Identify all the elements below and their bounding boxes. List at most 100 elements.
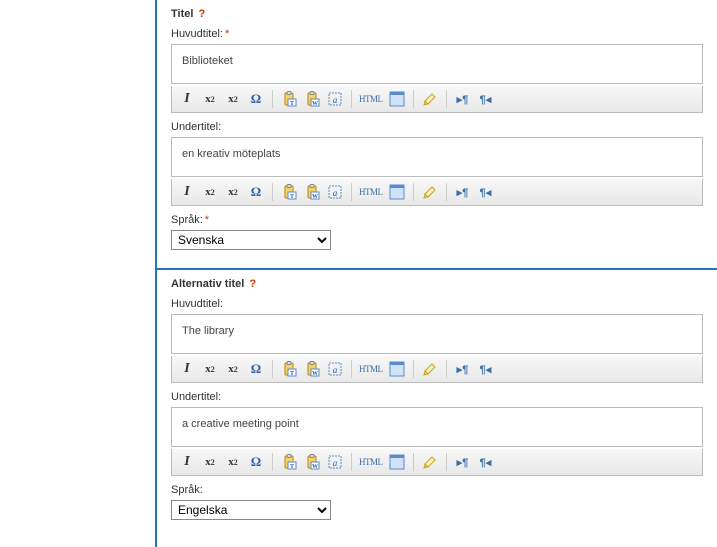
subscript-button[interactable]: x2 xyxy=(201,183,219,201)
left-sidebar xyxy=(0,0,155,547)
main-title-input[interactable]: Biblioteket xyxy=(171,44,703,84)
separator xyxy=(446,90,447,108)
paste-word-button[interactable]: W xyxy=(303,90,321,108)
subtitle-value: a creative meeting point xyxy=(182,418,299,430)
remove-format-button[interactable] xyxy=(421,90,439,108)
separator xyxy=(272,360,273,378)
svg-text:T: T xyxy=(290,194,294,200)
superscript-button[interactable]: x2 xyxy=(224,360,242,378)
fullscreen-button[interactable] xyxy=(388,360,406,378)
svg-text:T: T xyxy=(290,101,294,107)
svg-text:W: W xyxy=(312,464,318,470)
alt-main-title-input[interactable]: The library xyxy=(171,314,703,354)
svg-text:a: a xyxy=(333,188,338,198)
subtitle-input[interactable]: en kreativ möteplats xyxy=(171,137,703,177)
paste-word-button[interactable]: W xyxy=(303,360,321,378)
subscript-button[interactable]: x2 xyxy=(201,90,219,108)
separator xyxy=(446,360,447,378)
help-icon[interactable]: ? xyxy=(198,8,205,20)
italic-button[interactable]: I xyxy=(178,453,196,471)
special-char-button[interactable]: Ω xyxy=(247,360,265,378)
svg-text:T: T xyxy=(290,464,294,470)
separator xyxy=(413,453,414,471)
separator xyxy=(272,90,273,108)
label-text: Undertitel: xyxy=(171,391,221,403)
rtl-button[interactable]: ¶◂ xyxy=(477,360,495,378)
separator xyxy=(413,360,414,378)
section-alt-titel: Alternativ titel ? Huvudtitel: The libra… xyxy=(157,270,717,538)
separator xyxy=(446,453,447,471)
html-source-button[interactable]: HTML xyxy=(359,183,383,201)
special-char-button[interactable]: Ω xyxy=(247,90,265,108)
html-source-button[interactable]: HTML xyxy=(359,360,383,378)
svg-text:T: T xyxy=(290,371,294,377)
language-select[interactable]: SvenskaEngelskaNorskaDanska xyxy=(171,230,331,250)
html-source-button[interactable]: HTML xyxy=(359,90,383,108)
paste-word-button[interactable]: W xyxy=(303,183,321,201)
select-all-button[interactable]: a xyxy=(326,90,344,108)
separator xyxy=(413,90,414,108)
select-all-button[interactable]: a xyxy=(326,183,344,201)
remove-format-button[interactable] xyxy=(421,360,439,378)
svg-text:a: a xyxy=(333,365,338,375)
superscript-button[interactable]: x2 xyxy=(224,90,242,108)
select-all-button[interactable]: a xyxy=(326,360,344,378)
superscript-button[interactable]: x2 xyxy=(224,183,242,201)
fullscreen-button[interactable] xyxy=(388,453,406,471)
main-content: Titel ? Huvudtitel:* Biblioteket Ix2x2ΩT… xyxy=(155,0,717,547)
language-label: Språk: xyxy=(171,484,703,496)
language-label: Språk:* xyxy=(171,214,703,226)
paste-text-button[interactable]: T xyxy=(280,183,298,201)
paste-text-button[interactable]: T xyxy=(280,360,298,378)
ltr-button[interactable]: ▸¶ xyxy=(454,360,472,378)
subscript-button[interactable]: x2 xyxy=(201,360,219,378)
separator xyxy=(351,360,352,378)
italic-button[interactable]: I xyxy=(178,90,196,108)
remove-format-button[interactable] xyxy=(421,183,439,201)
svg-text:W: W xyxy=(312,194,318,200)
fullscreen-button[interactable] xyxy=(388,90,406,108)
paste-text-button[interactable]: T xyxy=(280,453,298,471)
alt-language-select[interactable]: SvenskaEngelskaNorskaDanska xyxy=(171,500,331,520)
heading-text: Titel xyxy=(171,8,193,20)
toolbar-alt-subtitle: Ix2 x2 Ω T Wa HTML ▸¶ ¶◂ xyxy=(171,449,703,476)
svg-text:W: W xyxy=(312,371,318,377)
special-char-button[interactable]: Ω xyxy=(247,183,265,201)
svg-text:a: a xyxy=(333,95,338,105)
separator xyxy=(351,183,352,201)
separator xyxy=(272,453,273,471)
label-text: Huvudtitel: xyxy=(171,298,223,310)
main-title-value: Biblioteket xyxy=(182,55,233,67)
fullscreen-button[interactable] xyxy=(388,183,406,201)
section-heading: Alternativ titel ? xyxy=(171,278,703,290)
required-mark: * xyxy=(225,28,229,40)
ltr-button[interactable]: ▸¶ xyxy=(454,183,472,201)
label-text: Språk: xyxy=(171,484,203,496)
subtitle-label: Undertitel: xyxy=(171,121,703,133)
subtitle-label: Undertitel: xyxy=(171,391,703,403)
toolbar-alt-main-title: Ix2 x2 Ω T Wa HTML ▸¶ ¶◂ xyxy=(171,356,703,383)
required-mark: * xyxy=(205,214,209,226)
rtl-button[interactable]: ¶◂ xyxy=(477,453,495,471)
paste-text-button[interactable]: T xyxy=(280,90,298,108)
label-text: Undertitel: xyxy=(171,121,221,133)
html-source-button[interactable]: HTML xyxy=(359,453,383,471)
main-title-label: Huvudtitel:* xyxy=(171,28,703,40)
superscript-button[interactable]: x2 xyxy=(224,453,242,471)
ltr-button[interactable]: ▸¶ xyxy=(454,453,472,471)
rtl-button[interactable]: ¶◂ xyxy=(477,90,495,108)
help-icon[interactable]: ? xyxy=(249,278,256,290)
ltr-button[interactable]: ▸¶ xyxy=(454,90,472,108)
italic-button[interactable]: I xyxy=(178,360,196,378)
paste-word-button[interactable]: W xyxy=(303,453,321,471)
alt-subtitle-input[interactable]: a creative meeting point xyxy=(171,407,703,447)
italic-button[interactable]: I xyxy=(178,183,196,201)
section-titel: Titel ? Huvudtitel:* Biblioteket Ix2 x2 Ω T… xyxy=(157,0,717,270)
remove-format-button[interactable] xyxy=(421,453,439,471)
svg-text:a: a xyxy=(333,458,338,468)
label-text: Språk: xyxy=(171,214,203,226)
special-char-button[interactable]: Ω xyxy=(247,453,265,471)
rtl-button[interactable]: ¶◂ xyxy=(477,183,495,201)
select-all-button[interactable]: a xyxy=(326,453,344,471)
subscript-button[interactable]: x2 xyxy=(201,453,219,471)
